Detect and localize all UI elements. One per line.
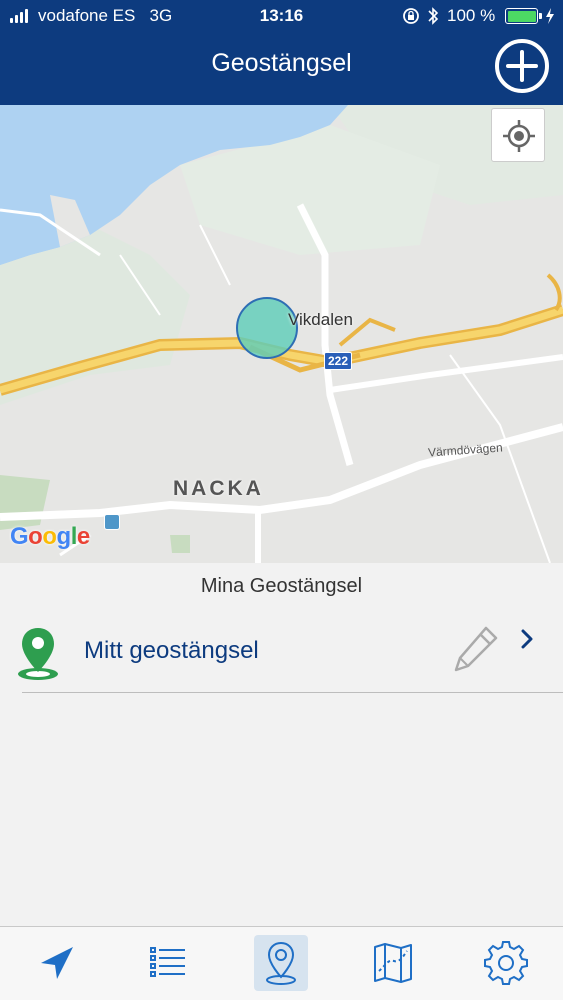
map-pin-icon	[18, 628, 58, 680]
battery-icon	[505, 8, 542, 24]
page-title: Geostängsel	[211, 49, 352, 77]
locate-button[interactable]	[491, 108, 545, 162]
geofence-list-item[interactable]: Mitt geostängsel	[0, 612, 563, 692]
tab-geofences[interactable]	[254, 935, 308, 991]
tab-settings[interactable]	[479, 935, 533, 991]
list-icon	[150, 947, 185, 977]
tab-routes[interactable]	[366, 935, 420, 991]
charging-icon	[546, 8, 554, 24]
gear-icon	[484, 941, 528, 985]
geofence-name: Mitt geostängsel	[84, 637, 259, 664]
navigation-arrow-icon	[41, 947, 73, 979]
bluetooth-icon	[428, 7, 439, 25]
nav-bar: Geostängsel	[0, 32, 563, 105]
list-header: Mina Geostängsel	[200, 575, 363, 597]
google-logo: Google	[10, 523, 90, 550]
route-shield: 222	[324, 352, 352, 370]
map-view[interactable]: Vikdalen 222 Värmdövägen NACKA Google	[0, 105, 563, 563]
divider	[22, 692, 563, 693]
battery-percent: 100 %	[447, 6, 496, 25]
district-label: NACKA	[173, 477, 264, 500]
pencil-icon[interactable]	[452, 624, 500, 676]
place-label: Vikdalen	[288, 310, 353, 329]
tab-bar	[0, 926, 563, 1000]
plus-circle-icon[interactable]	[494, 38, 550, 94]
map-pin-outline-icon	[266, 941, 296, 985]
tab-list[interactable]	[141, 935, 195, 991]
chevron-right-icon[interactable]	[518, 628, 536, 650]
transit-icon	[104, 514, 120, 530]
status-bar: vodafone ES 3G 13:16 100 %	[0, 0, 563, 32]
my-location-icon	[503, 120, 535, 152]
rotation-lock-icon	[403, 8, 419, 24]
map-route-icon	[374, 943, 412, 983]
tab-navigation[interactable]	[30, 935, 84, 991]
